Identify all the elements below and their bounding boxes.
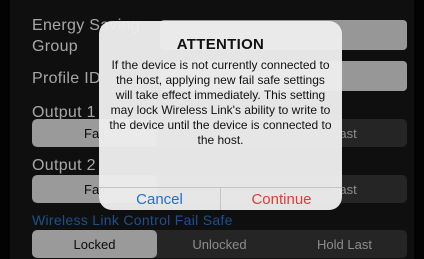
alert-title: ATTENTION bbox=[176, 36, 265, 53]
attention-alert-dialog: ATTENTION If the device is not currently… bbox=[99, 21, 342, 210]
alert-message: If the device is not currently connected… bbox=[109, 58, 332, 147]
continue-button[interactable]: Continue bbox=[221, 188, 342, 210]
cancel-button[interactable]: Cancel bbox=[99, 188, 220, 210]
settings-screen: Energy Saving Group Profile ID Output 1 … bbox=[0, 0, 424, 259]
